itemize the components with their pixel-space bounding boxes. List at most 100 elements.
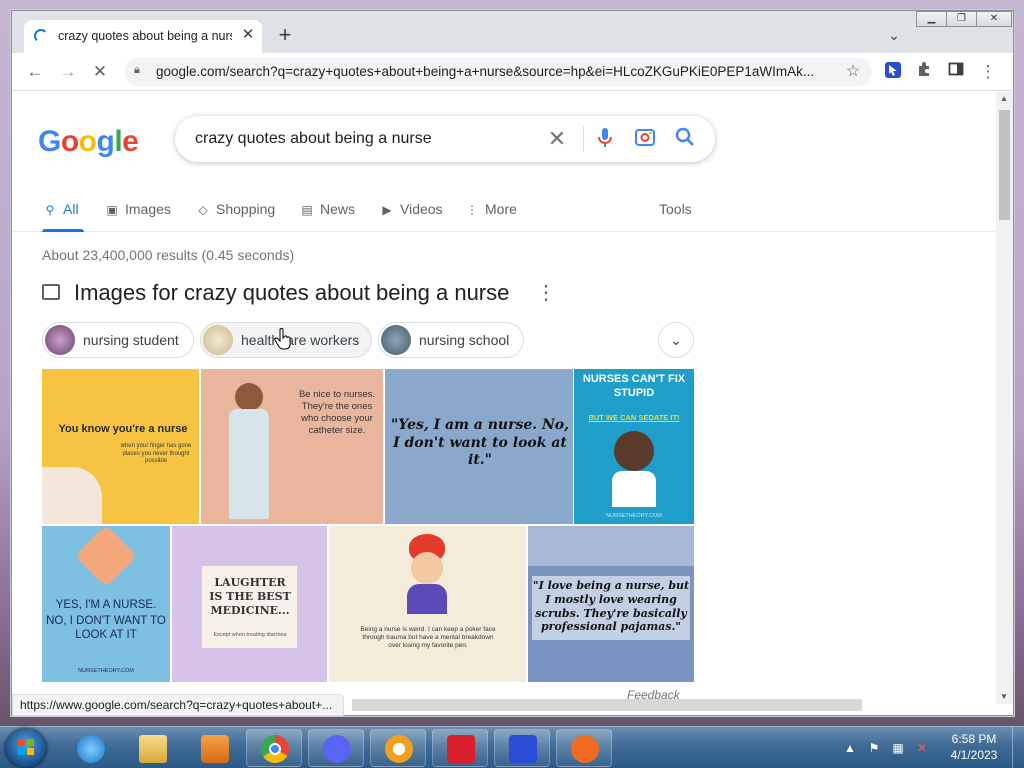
action-center-flag-icon[interactable]: ⚑ bbox=[866, 741, 882, 757]
stop-loading-icon[interactable]: ✕ bbox=[89, 61, 111, 83]
image-result[interactable]: LAUGHTER IS THE BEST MEDICINE... Except … bbox=[172, 526, 327, 682]
nurse-cartoon-body bbox=[612, 471, 656, 507]
tab-shopping[interactable]: ◇ Shopping bbox=[195, 201, 275, 217]
tab-all[interactable]: ⚲ All bbox=[42, 201, 79, 217]
image-caption: Being a nurse is weird. I can keep a pok… bbox=[360, 626, 496, 650]
internet-explorer-icon[interactable] bbox=[62, 729, 118, 767]
tab-search-icon[interactable]: ⌄ bbox=[884, 27, 904, 47]
avast-icon[interactable] bbox=[556, 729, 612, 767]
discord-icon[interactable] bbox=[308, 729, 364, 767]
vpn-shield-icon[interactable] bbox=[370, 729, 426, 767]
search-small-icon: ⚲ bbox=[45, 203, 55, 217]
image-result[interactable]: NURSES CAN'T FIX STUPID BUT WE CAN SEDAT… bbox=[574, 369, 694, 524]
microphone-icon[interactable] bbox=[593, 127, 617, 151]
extensions-puzzle-icon[interactable] bbox=[913, 61, 935, 83]
minimize-icon[interactable]: ▁ bbox=[916, 11, 947, 27]
image-caption: LAUGHTER IS THE BEST MEDICINE... bbox=[209, 576, 291, 617]
chip-nursing-student[interactable]: nursing student bbox=[42, 322, 194, 358]
volume-muted-icon[interactable]: ✕ bbox=[914, 741, 930, 757]
scroll-up-icon[interactable]: ▲ bbox=[1000, 94, 1008, 103]
chip-thumbnail bbox=[203, 325, 233, 355]
restore-icon[interactable]: ❐ bbox=[946, 11, 977, 27]
more-options-icon[interactable]: ⋮ bbox=[536, 280, 556, 305]
tab-news[interactable]: ▤ News bbox=[299, 201, 355, 217]
extension-cursor-icon[interactable] bbox=[882, 61, 904, 83]
browser-tab[interactable]: crazy quotes about being a nurse ✕ bbox=[24, 20, 262, 54]
search-results-page: Google crazy quotes about being a nurse … bbox=[12, 92, 996, 704]
bandage-icon bbox=[74, 526, 138, 588]
image-caption: Be nice to nurses. They're the ones who … bbox=[298, 389, 376, 436]
file-explorer-icon[interactable] bbox=[124, 729, 180, 767]
chip-nursing-school[interactable]: nursing school bbox=[378, 322, 524, 358]
tab-videos[interactable]: ▶ Videos bbox=[379, 201, 442, 217]
hand-illustration bbox=[42, 467, 102, 524]
network-icon[interactable]: ▦ bbox=[890, 741, 906, 757]
vertical-scrollbar[interactable]: ▲ ▼ bbox=[996, 92, 1013, 704]
media-player-icon[interactable] bbox=[186, 729, 242, 767]
chip-thumbnail bbox=[381, 325, 411, 355]
horizontal-scrollbar[interactable] bbox=[352, 699, 862, 711]
search-icon[interactable] bbox=[673, 127, 697, 151]
image-icon bbox=[42, 284, 60, 300]
image-subcaption: BUT WE CAN SEDATE IT! bbox=[588, 413, 680, 422]
browser-toolbar: ← → ✕ 🔒︎ google.com/search?q=crazy+quote… bbox=[12, 53, 1013, 91]
search-input[interactable]: crazy quotes about being a nurse bbox=[195, 130, 432, 148]
status-url-bubble: https://www.google.com/search?q=crazy+qu… bbox=[12, 694, 344, 716]
clock-time: 6:58 PM bbox=[951, 732, 997, 746]
back-icon[interactable]: ← bbox=[24, 61, 46, 83]
forward-icon[interactable]: → bbox=[57, 61, 79, 83]
image-result[interactable]: You know you're a nurse when your finger… bbox=[42, 369, 199, 524]
image-caption: NURSES CAN'T FIX STUPID bbox=[582, 373, 686, 399]
image-result[interactable]: "I love being a nurse, but I mostly love… bbox=[528, 526, 694, 682]
clock-date: 4/1/2023 bbox=[950, 748, 998, 762]
google-logo[interactable]: Google bbox=[38, 125, 139, 159]
start-button-icon[interactable] bbox=[6, 729, 46, 767]
new-tab-icon[interactable]: + bbox=[274, 24, 296, 47]
image-result[interactable]: Being a nurse is weird. I can keep a pok… bbox=[329, 526, 526, 682]
image-caption: You know you're a nurse bbox=[58, 423, 188, 435]
image-subcaption: NO, I DON'T WANT TO LOOK AT IT bbox=[46, 615, 166, 642]
image-subcaption: Except when treating diarrhea bbox=[213, 632, 287, 638]
scroll-down-icon[interactable]: ▼ bbox=[1000, 692, 1008, 701]
image-result[interactable]: "Yes, I am a nurse. No, I don't want to … bbox=[385, 369, 573, 524]
tag-icon: ◇ bbox=[198, 203, 208, 217]
system-tray: ▲ ⚑ ▦ ✕ bbox=[842, 733, 954, 763]
lock-icon: 🔒︎ bbox=[134, 64, 140, 76]
tab-strip: crazy quotes about being a nurse ✕ + ⌄ ▁… bbox=[12, 11, 1013, 54]
side-panel-icon[interactable] bbox=[945, 61, 967, 83]
cartoon-face bbox=[411, 552, 443, 584]
photo-top bbox=[528, 526, 694, 566]
window-close-icon[interactable]: ✕ bbox=[976, 11, 1012, 27]
more-vert-icon: ⋮ bbox=[466, 203, 478, 217]
clear-search-icon[interactable]: ✕ bbox=[543, 125, 571, 153]
browser-window: crazy quotes about being a nurse ✕ + ⌄ ▁… bbox=[11, 10, 1014, 716]
close-tab-icon[interactable]: ✕ bbox=[238, 25, 258, 45]
tab-more[interactable]: ⋮ More bbox=[464, 201, 517, 217]
tab-images[interactable]: ▣ Images bbox=[104, 201, 171, 217]
newspaper-icon: ▤ bbox=[301, 203, 313, 217]
expand-chips-icon[interactable]: ⌄ bbox=[658, 322, 694, 358]
tools-button[interactable]: Tools bbox=[659, 201, 692, 217]
address-bar[interactable]: 🔒︎ google.com/search?q=crazy+quotes+abou… bbox=[124, 58, 872, 86]
chip-label: nursing student bbox=[83, 332, 179, 348]
image-result[interactable]: Be nice to nurses. They're the ones who … bbox=[201, 369, 383, 524]
camera-lens-icon[interactable] bbox=[633, 127, 657, 151]
cursor-app-icon[interactable] bbox=[494, 729, 550, 767]
address-bar-url[interactable]: google.com/search?q=crazy+quotes+about+b… bbox=[156, 64, 836, 79]
chrome-icon[interactable] bbox=[246, 729, 302, 767]
chip-label: healthcare workers bbox=[241, 332, 360, 348]
scrollbar-thumb[interactable] bbox=[999, 110, 1010, 220]
play-icon: ▶ bbox=[382, 203, 392, 217]
loading-spinner-icon bbox=[34, 29, 48, 43]
show-hidden-icons-icon[interactable]: ▲ bbox=[842, 741, 858, 757]
search-box[interactable]: crazy quotes about being a nurse ✕ bbox=[175, 116, 715, 162]
browser-menu-icon[interactable]: ⋮ bbox=[977, 61, 999, 83]
images-heading-text[interactable]: Images for crazy quotes about being a nu… bbox=[74, 280, 509, 306]
bitdefender-icon[interactable] bbox=[432, 729, 488, 767]
show-desktop-button[interactable] bbox=[1012, 727, 1024, 768]
images-section-heading: Images for crazy quotes about being a nu… bbox=[42, 280, 562, 310]
taskbar-clock[interactable]: 6:58 PM 4/1/2023 bbox=[944, 731, 1004, 763]
image-result[interactable]: YES, I'M A NURSE. NO, I DON'T WANT TO LO… bbox=[42, 526, 170, 682]
active-tab-indicator bbox=[42, 229, 84, 232]
bookmark-star-icon[interactable]: ☆ bbox=[842, 61, 864, 83]
